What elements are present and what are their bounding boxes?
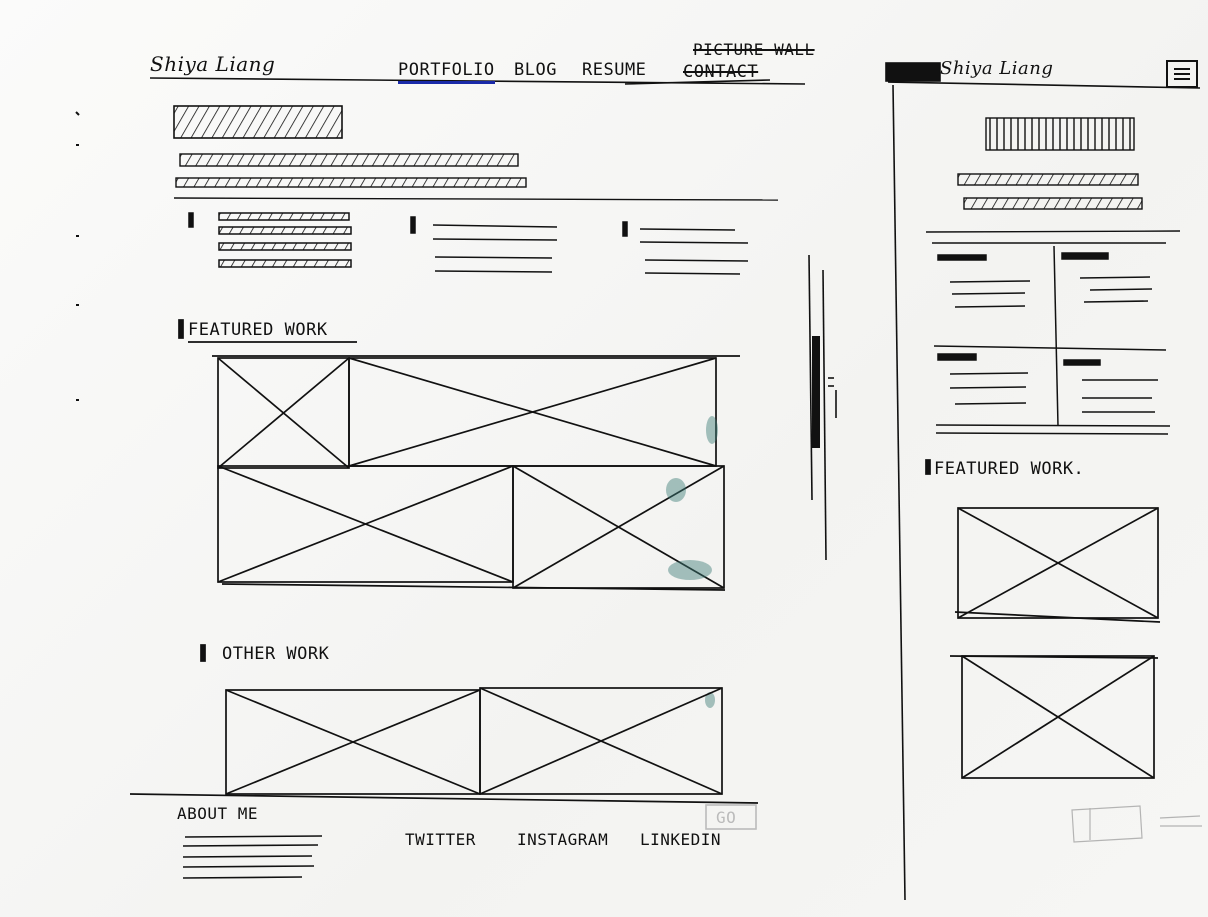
doodle: [1071, 805, 1202, 843]
hero-subtitle-bars: [173, 153, 779, 201]
nav-blog-link[interactable]: BLOG: [514, 60, 557, 80]
go-top-button[interactable]: GO: [716, 808, 736, 827]
nav-resume-link[interactable]: RESUME: [582, 60, 646, 80]
mobile-hero: [925, 117, 1181, 244]
desktop-logo[interactable]: Shiya Liang: [150, 52, 275, 76]
mobile-logo[interactable]: Shiya Liang: [940, 58, 1053, 79]
other-work-grid: [129, 644, 759, 804]
info-columns: [188, 212, 749, 275]
scrollbar: [808, 254, 837, 561]
featured-work-grid: [178, 319, 740, 591]
footer-twitter-link[interactable]: TWITTER: [405, 830, 476, 849]
footer-instagram-link[interactable]: INSTAGRAM: [517, 830, 608, 849]
margin-ticks: [75, 111, 80, 401]
about-me-heading: ABOUT ME: [177, 804, 259, 823]
hero-title-bar: [173, 105, 343, 139]
nav-picture-wall-link[interactable]: PICTURE WALL: [693, 40, 815, 59]
other-work-heading: OTHER WORK: [222, 644, 330, 664]
nav-portfolio-link[interactable]: PORTFOLIO: [398, 60, 495, 84]
mobile-info-grid: [933, 245, 1171, 435]
nav-contact-link[interactable]: CONTACT: [683, 62, 758, 82]
footer-linkedin-link[interactable]: LINKEDIN: [640, 830, 721, 849]
mobile-frame: [885, 62, 1201, 901]
mobile-featured-cards: [925, 459, 1161, 779]
mobile-featured-work-heading: FEATURED WORK.: [934, 459, 1085, 479]
hamburger-menu-icon[interactable]: [1166, 60, 1198, 88]
featured-work-heading: FEATURED WORK: [188, 320, 328, 340]
